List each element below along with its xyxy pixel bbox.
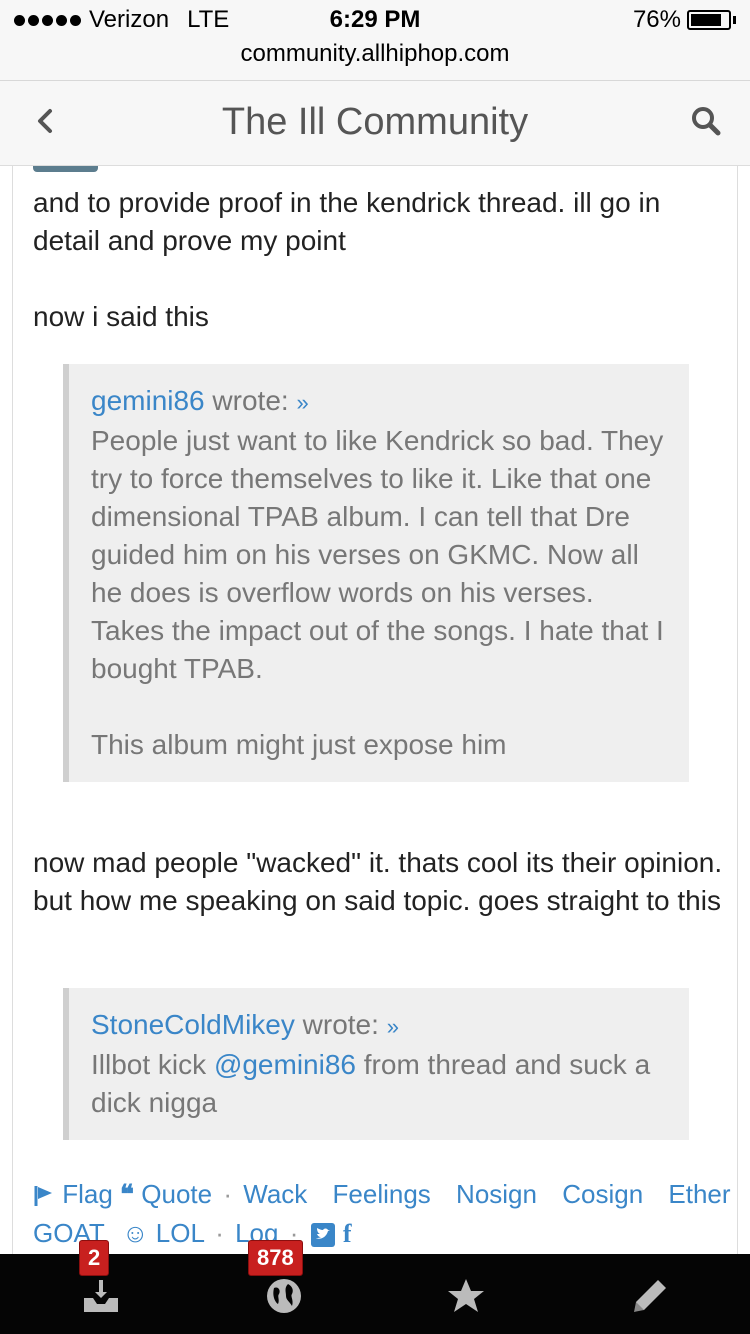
quote-wrote: wrote:	[302, 1009, 379, 1040]
quote-jump-link[interactable]: »	[387, 1014, 399, 1039]
quote-jump-link[interactable]: »	[296, 390, 308, 415]
page-url[interactable]: community.allhiphop.com	[0, 40, 750, 68]
star-icon	[448, 1279, 484, 1312]
battery-icon	[687, 10, 731, 30]
inbox-icon	[84, 1280, 118, 1312]
bottom-tab-bar: 2 878	[0, 1240, 750, 1334]
page-title: The Ill Community	[221, 101, 529, 143]
facebook-icon[interactable]: f	[343, 1219, 352, 1248]
post-content: and to provide proof in the kendrick thr…	[12, 166, 738, 1254]
reaction-bar: Flag ❝ Quote · Wack Feelings Nosign Cosi…	[33, 1175, 737, 1213]
quote-body: Illbot kick @gemini86 from thread and su…	[91, 1046, 669, 1122]
ether-button[interactable]: Ether	[668, 1179, 730, 1209]
blockquote-stonecoldmikey: StoneColdMikey wrote: » Illbot kick @gem…	[63, 988, 689, 1140]
separator: ·	[223, 1179, 233, 1209]
blockquote-gemini86: gemini86 wrote: » People just want to li…	[63, 364, 689, 782]
mention-link[interactable]: @gemini86	[214, 1049, 356, 1080]
twitter-icon[interactable]	[310, 1222, 336, 1248]
battery-indicator: 76%	[633, 6, 736, 34]
cosign-button[interactable]: Cosign	[562, 1179, 643, 1209]
battery-percent: 76%	[632, 6, 681, 33]
search-button[interactable]	[688, 103, 724, 139]
separator: ·	[215, 1218, 224, 1248]
nosign-button[interactable]: Nosign	[456, 1179, 537, 1209]
quote-body: People just want to like Kendrick so bad…	[91, 425, 664, 684]
wack-button[interactable]: Wack	[243, 1179, 307, 1209]
feelings-button[interactable]: Feelings	[333, 1179, 431, 1209]
quote-button[interactable]: ❝ Quote	[120, 1179, 219, 1209]
lol-button[interactable]: ☺ LOL	[122, 1218, 211, 1248]
post-text-said: now i said this	[33, 301, 209, 332]
lol-label: LOL	[155, 1218, 204, 1248]
flag-label: Flag	[62, 1179, 113, 1209]
quote-header: gemini86 wrote: »	[91, 382, 669, 422]
quote-wrote: wrote:	[212, 385, 289, 416]
quote-header: StoneColdMikey wrote: »	[91, 1006, 669, 1046]
quote-body-2: This album might just expose him	[91, 729, 507, 760]
tab-new-post[interactable]	[604, 1254, 694, 1334]
quote-marks-icon: ❝	[120, 1179, 135, 1209]
tab-activity[interactable]: 878	[238, 1240, 328, 1334]
quote-label: Quote	[141, 1179, 213, 1209]
inbox-badge: 2	[79, 1240, 110, 1276]
avatar[interactable]	[33, 166, 98, 172]
post-text-followup: now mad people "wacked" it. thats cool i…	[33, 847, 723, 916]
tab-inbox[interactable]: 2	[55, 1240, 145, 1334]
pencil-icon	[634, 1280, 666, 1312]
quote-author-link[interactable]: StoneColdMikey	[91, 1009, 295, 1040]
quote-text-prefix: Illbot kick	[91, 1049, 207, 1080]
search-icon	[692, 107, 721, 136]
flag-button[interactable]: Flag	[33, 1179, 120, 1209]
post-text-intro: and to provide proof in the kendrick thr…	[33, 187, 661, 256]
navigation-bar: The Ill Community	[0, 81, 750, 166]
quote-author-link[interactable]: gemini86	[91, 385, 205, 416]
globe-icon	[267, 1279, 301, 1313]
status-bar: Verizon LTE 6:29 PM 76% community.allhip…	[0, 0, 750, 81]
flag-icon	[34, 1186, 52, 1207]
activity-badge: 878	[248, 1240, 303, 1276]
laughing-face-icon: ☺	[121, 1218, 149, 1248]
tab-bookmarks[interactable]	[420, 1254, 510, 1334]
reaction-bar-row-2: GOAT ☺ LOL · Log · f	[33, 1214, 737, 1253]
